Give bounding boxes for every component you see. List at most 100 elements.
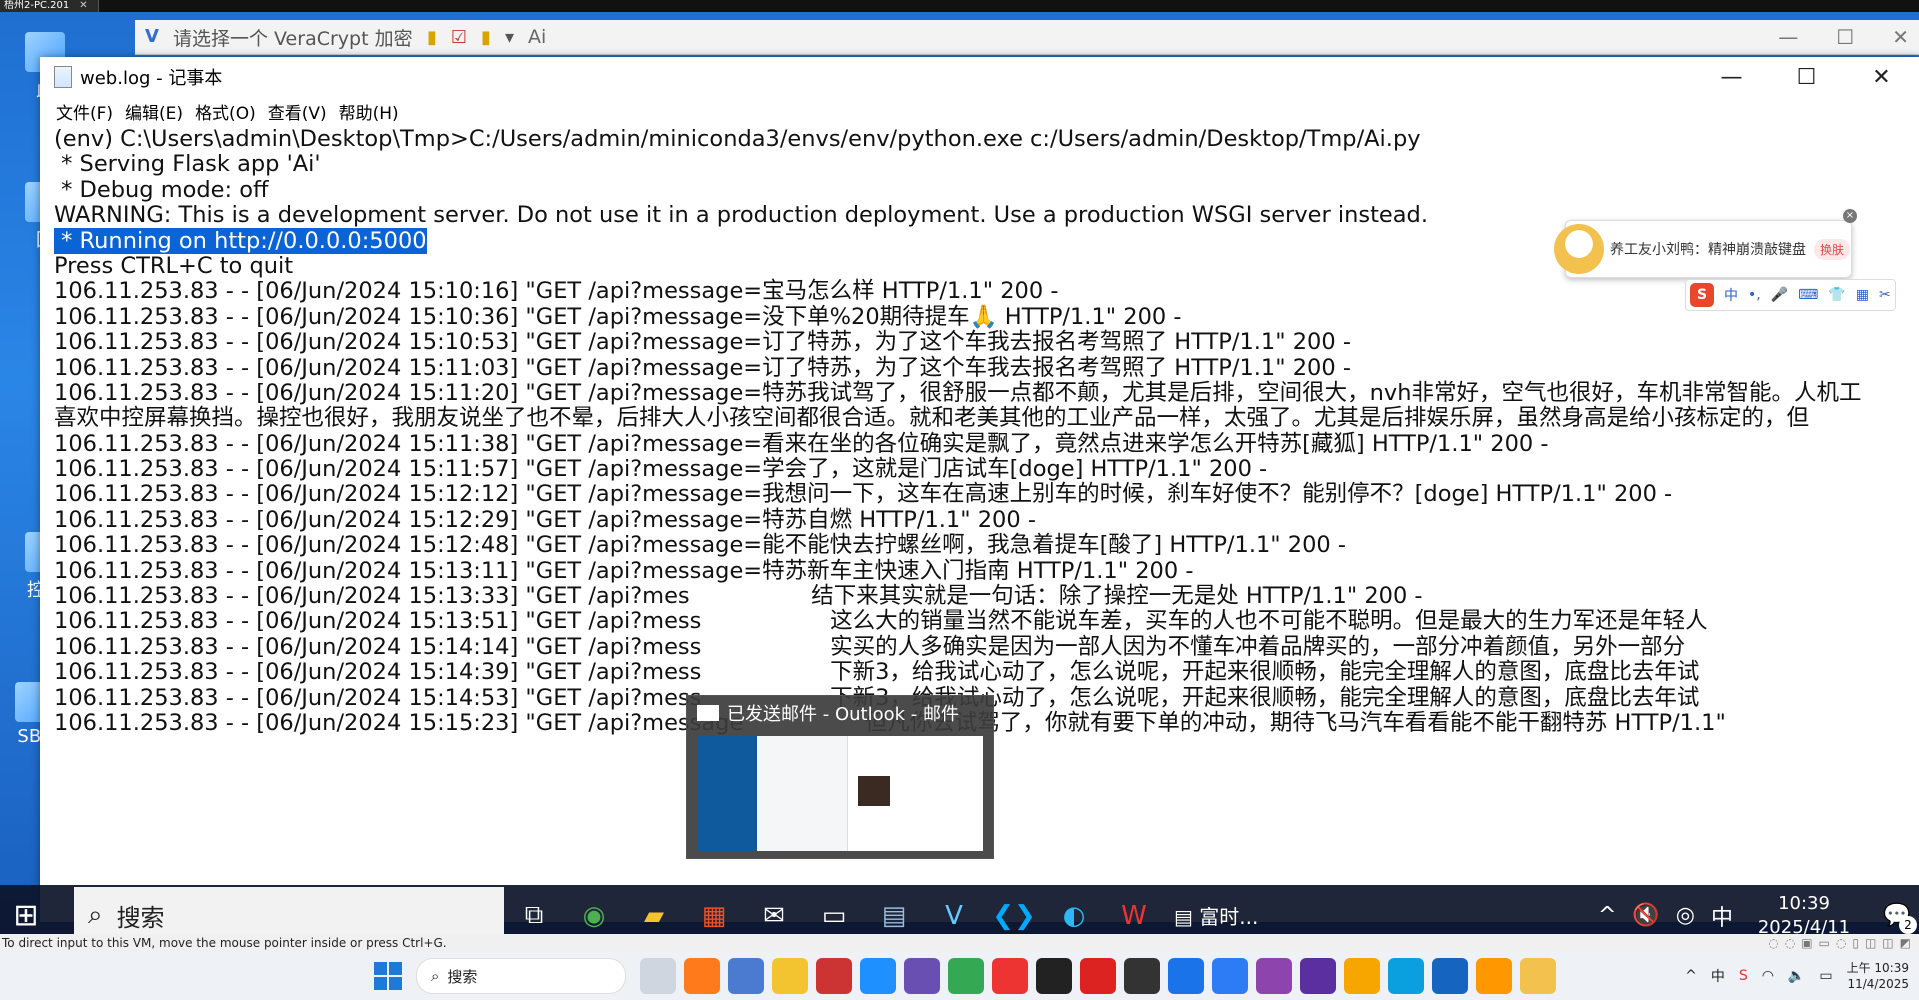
app-icon[interactable] xyxy=(1300,958,1336,994)
log-line-text: WARNING: This is a development server. D… xyxy=(54,202,1428,229)
close-icon[interactable]: × xyxy=(1843,209,1857,223)
battery-icon[interactable]: ▭ xyxy=(1819,968,1832,984)
chrome-icon[interactable]: ◉ xyxy=(564,901,624,931)
shield-icon[interactable] xyxy=(1432,958,1468,994)
ime-toolbar: S 中 •, 🎤 ⌨ 👕 ▦ ✂ xyxy=(1685,279,1896,311)
log-line-text: 106.11.253.83 - - [06/Jun/2024 15:11:03]… xyxy=(54,354,1351,381)
taskbar-app-fushi[interactable]: ▤ 富时... xyxy=(1164,901,1268,930)
app-icon[interactable] xyxy=(1388,958,1424,994)
chrome-icon[interactable] xyxy=(948,958,984,994)
ime-language[interactable]: 中 xyxy=(1711,966,1725,986)
app-icon[interactable] xyxy=(816,958,852,994)
log-line-text: Press CTRL+C to quit xyxy=(54,252,294,279)
chevron-up-icon[interactable]: ^ xyxy=(1598,903,1616,928)
firefox-icon[interactable] xyxy=(684,958,720,994)
search-tool-icon[interactable] xyxy=(1476,958,1512,994)
dropdown-icon[interactable]: ▾ xyxy=(505,27,514,48)
log-line: 106.11.253.83 - - [06/Jun/2024 15:13:51]… xyxy=(54,609,1919,634)
windows-start-icon[interactable] xyxy=(374,962,402,990)
vm-tab[interactable]: 梧州2-PC.201 ✕ xyxy=(0,0,99,12)
log-line-text: 106.11.253.83 - - [06/Jun/2024 15:14:14]… xyxy=(54,633,1686,660)
app-icon[interactable] xyxy=(1520,958,1556,994)
grid-icon[interactable]: ▦ xyxy=(1856,287,1869,303)
edge-icon[interactable]: ◐ xyxy=(1044,901,1104,931)
photos-icon[interactable] xyxy=(728,958,764,994)
notepad-titlebar[interactable]: web.log - 记事本 — ☐ ✕ xyxy=(40,57,1919,97)
mail-icon[interactable]: ✉ xyxy=(744,901,804,931)
terminal-icon[interactable]: ▭ xyxy=(804,901,864,931)
log-line-text: * Debug mode: off xyxy=(54,176,269,203)
maximize-button[interactable]: ☐ xyxy=(1769,65,1844,90)
log-line-text: * Serving Flask app 'Ai' xyxy=(54,151,321,178)
log-line-text: * Running on http://0.0.0.0:5000 xyxy=(54,227,427,254)
app-icon[interactable] xyxy=(1344,958,1380,994)
close-icon[interactable]: ✕ xyxy=(79,0,87,11)
close-icon[interactable]: ✕ xyxy=(1892,25,1909,49)
duck-avatar-icon xyxy=(1554,224,1604,274)
menu-help[interactable]: 帮助(H) xyxy=(339,99,399,124)
outlook-thumbnail-preview[interactable]: 已发送邮件 - Outlook - 邮件 xyxy=(686,695,994,859)
log-line-text: 喜欢中控屏幕换挡。操控也很好，我朋友说坐了也不晕，后排大人小孩空间都很合适。就和… xyxy=(54,405,1810,432)
host-search-box[interactable]: ⌕ 搜索 xyxy=(416,958,626,994)
notification-count: 2 xyxy=(1899,916,1917,934)
veracrypt-taskbar-icon[interactable]: V xyxy=(924,901,984,931)
app-icon[interactable] xyxy=(1124,958,1160,994)
vm-hint-text: To direct input to this VM, move the mou… xyxy=(2,936,447,950)
taskbar-search-box[interactable]: ⌕ 搜索 xyxy=(74,886,504,934)
volume-muted-icon[interactable]: 🔇 xyxy=(1632,903,1659,928)
network-icon[interactable]: ◎ xyxy=(1676,903,1695,928)
skin-icon[interactable]: 👕 xyxy=(1828,287,1845,303)
notes-icon[interactable] xyxy=(1212,958,1248,994)
menu-view[interactable]: 查看(V) xyxy=(268,99,327,124)
outlook-thumbnail-title: 已发送邮件 - Outlook - 邮件 xyxy=(727,704,959,725)
minimize-icon[interactable]: — xyxy=(1778,25,1798,49)
vscode-icon[interactable]: ❮❯ xyxy=(984,901,1044,931)
log-line: 106.11.253.83 - - [06/Jun/2024 15:14:39]… xyxy=(54,660,1919,685)
microphone-icon[interactable]: 🎤 xyxy=(1771,287,1788,303)
vm-desktop: 此 回 控制 SBb V 请选择一个 VeraCrypt 加密 ▮ ☑ ▮ ▾ … xyxy=(0,12,1919,934)
maximize-icon[interactable]: ☐ xyxy=(1836,25,1854,49)
ime-language[interactable]: 中 xyxy=(1711,900,1733,932)
background-window[interactable]: V 请选择一个 VeraCrypt 加密 ▮ ☑ ▮ ▾ Ai — ☐ ✕ xyxy=(135,20,1919,55)
keyboard-icon[interactable]: ⌨ xyxy=(1798,287,1818,303)
vm-clock[interactable]: 10:39 2025/4/11 xyxy=(1749,892,1859,935)
wifi-icon[interactable]: ◠ xyxy=(1762,968,1774,984)
chevron-up-icon[interactable]: ^ xyxy=(1685,968,1697,984)
app-icon[interactable] xyxy=(904,958,940,994)
sogou-icon[interactable]: S xyxy=(1739,968,1748,984)
ime-skin-popup[interactable]: 养工友小刘鸭：精神崩溃敲键盘 换肤 × xyxy=(1554,209,1857,278)
tools-icon[interactable]: ✂ xyxy=(1879,287,1891,303)
minimize-button[interactable]: — xyxy=(1694,65,1769,90)
log-line: 喜欢中控屏幕换挡。操控也很好，我朋友说坐了也不晕，后排大人小孩空间都很合适。就和… xyxy=(54,406,1919,431)
vm-taskbar: ⊞ ⌕ 搜索 ⧉ ◉ ▰ ▦ ✉ ▭ ▤ V ❮❯ ◐ W ▤ 富时... ^ … xyxy=(0,885,1919,934)
notification-icon[interactable]: 💬 2 xyxy=(1875,903,1919,934)
store-icon[interactable]: ▦ xyxy=(684,901,744,931)
menu-file[interactable]: 文件(F) xyxy=(56,99,113,124)
menu-format[interactable]: 格式(O) xyxy=(195,99,256,124)
wps-icon[interactable]: W xyxy=(1104,901,1164,931)
volume-icon[interactable]: 🔈 xyxy=(1788,968,1805,984)
app-icon[interactable] xyxy=(1036,958,1072,994)
app-icon[interactable] xyxy=(992,958,1028,994)
edge-icon[interactable] xyxy=(860,958,896,994)
log-line: 106.11.253.83 - - [06/Jun/2024 15:10:36]… xyxy=(54,304,1919,330)
windows-start-icon[interactable]: ⊞ xyxy=(0,898,52,933)
wps-icon[interactable] xyxy=(1080,958,1116,994)
search-icon: ⌕ xyxy=(88,900,103,930)
task-view-icon[interactable] xyxy=(640,958,676,994)
file-explorer-icon[interactable] xyxy=(772,958,808,994)
folder-icon: ▮ xyxy=(481,26,491,48)
vmware-icon[interactable] xyxy=(1168,958,1204,994)
menu-edit[interactable]: 编辑(E) xyxy=(125,99,183,124)
sogou-logo-icon[interactable]: S xyxy=(1690,283,1714,307)
app-icon[interactable] xyxy=(1256,958,1292,994)
ime-mode-chinese[interactable]: 中 xyxy=(1724,285,1738,305)
background-window-title: 请选择一个 VeraCrypt 加密 xyxy=(173,27,413,50)
file-explorer-icon[interactable]: ▰ xyxy=(624,901,684,931)
punctuation-icon[interactable]: •, xyxy=(1748,287,1761,303)
close-button[interactable]: ✕ xyxy=(1844,65,1919,90)
task-view-icon[interactable]: ⧉ xyxy=(504,900,564,931)
host-clock[interactable]: 上午 10:39 11/4/2025 xyxy=(1847,960,1909,992)
notepad-taskbar-icon[interactable]: ▤ xyxy=(864,901,924,931)
change-skin-button[interactable]: 换肤 xyxy=(1814,238,1851,260)
